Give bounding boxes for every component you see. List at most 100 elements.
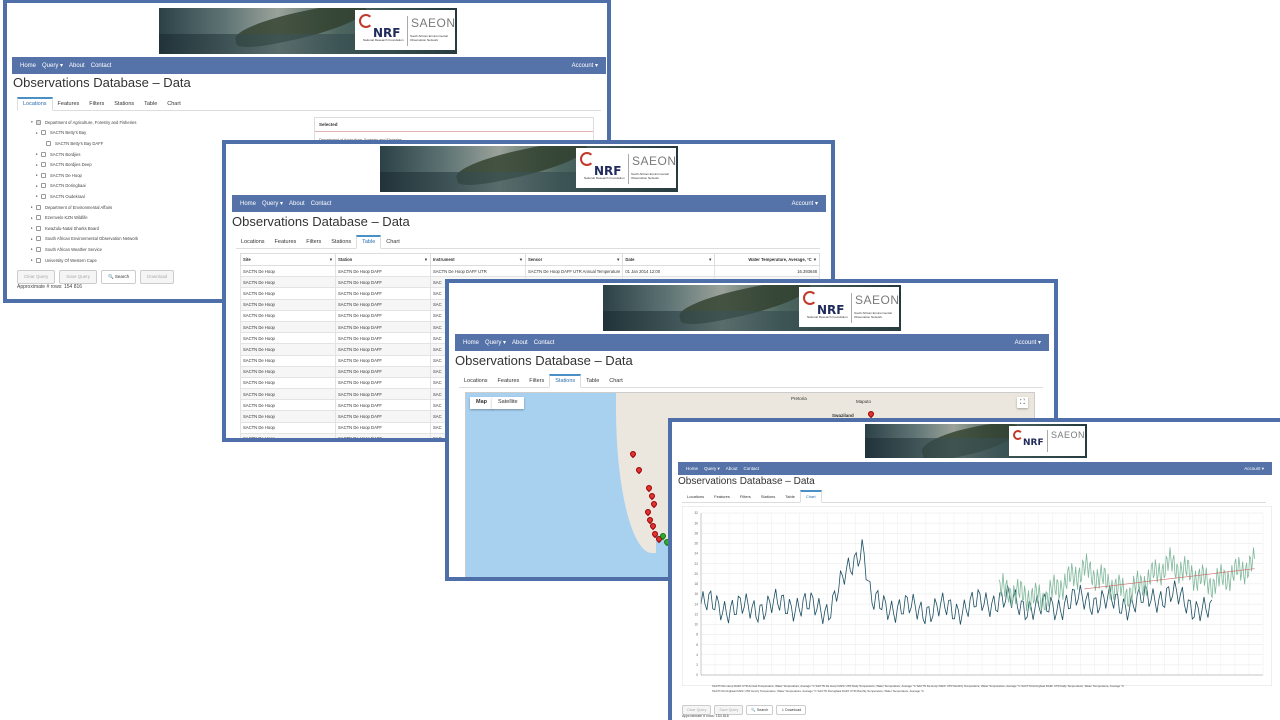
nav-home[interactable]: Home	[20, 63, 36, 69]
nrf-saeon-logo: NRF National Research Foundation SAEON S…	[799, 287, 899, 327]
nav-about[interactable]: About	[726, 466, 738, 471]
tree-checkbox[interactable]	[41, 183, 46, 189]
nav-contact[interactable]: Contact	[744, 466, 760, 471]
nav-home[interactable]: Home	[686, 466, 698, 471]
map-type-satellite-button[interactable]: Satellite	[492, 397, 524, 409]
tab-table[interactable]: Table	[139, 101, 162, 110]
tree-checkbox[interactable]	[46, 140, 51, 146]
download-button[interactable]: ⇩ Download	[776, 705, 807, 715]
tree-checkbox[interactable]	[36, 236, 41, 242]
tab-table[interactable]: Table	[581, 378, 604, 387]
nav-contact[interactable]: Contact	[311, 201, 332, 207]
tree-item[interactable]: ▸ Ezemvelo KZN Wildlife	[25, 212, 138, 223]
save-query-button[interactable]: Save Query	[59, 270, 98, 284]
nav-query[interactable]: Query ▾	[485, 339, 506, 346]
tab-chart[interactable]: Chart	[799, 490, 822, 503]
tab-features[interactable]: Features	[270, 239, 302, 248]
tree-item[interactable]: ▸ KwaZulu-Natal Sharks Board	[25, 223, 138, 234]
location-tree: ▾ Department of Agriculture, Forestry and…	[25, 117, 138, 265]
nav-home[interactable]: Home	[463, 340, 479, 346]
nav-query[interactable]: Query ▾	[42, 62, 63, 69]
nav-about[interactable]: About	[69, 63, 85, 69]
tree-checkbox[interactable]	[41, 193, 46, 199]
tab-chart[interactable]: Chart	[162, 101, 185, 110]
tree-checkbox[interactable]	[36, 215, 41, 221]
tree-checkbox[interactable]	[36, 257, 41, 263]
page-title: Observations Database – Data	[13, 75, 191, 90]
tree-item[interactable]: ▸ South African Weather Service	[25, 244, 138, 255]
tab-filters[interactable]: Filters	[735, 494, 756, 502]
table-row[interactable]: SACTN De Hoop SACTN De Hoop DAFF SACTN De …	[240, 264, 820, 278]
tree-item[interactable]: ▸ SACTN Betty's Bay	[25, 128, 138, 139]
tree-item[interactable]: ▸ SACTN Bordjies	[25, 149, 138, 160]
fullscreen-icon[interactable]: ⛶	[1017, 397, 1028, 408]
nav-query[interactable]: Query ▾	[704, 466, 720, 472]
tab-stations[interactable]: Stations	[549, 374, 582, 388]
y-tick-label: 28	[694, 531, 698, 535]
table-cell: SACTN De Hoop DAFF	[335, 309, 431, 322]
tree-item-label: University Of Western Cape	[45, 257, 97, 263]
tree-checkbox[interactable]	[36, 204, 41, 210]
tree-checkbox[interactable]	[41, 151, 46, 157]
tree-checkbox[interactable]	[41, 162, 46, 168]
tree-item[interactable]: ▾ Department of Agriculture, Forestry and…	[25, 117, 138, 128]
nav-account[interactable]: Account ▾	[572, 62, 598, 69]
tree-checkbox[interactable]	[41, 130, 46, 136]
tab-chart[interactable]: Chart	[604, 378, 627, 387]
tab-table[interactable]: Table	[780, 494, 800, 502]
nav-account[interactable]: Account ▾	[1015, 339, 1041, 346]
col-instrument[interactable]: Instrument ▼	[430, 253, 526, 266]
search-button[interactable]: 🔍 Search	[101, 270, 137, 284]
tab-stations[interactable]: Stations	[326, 239, 356, 248]
tab-features[interactable]: Features	[493, 378, 525, 387]
nav-contact[interactable]: Contact	[534, 340, 555, 346]
clear-query-button[interactable]: Clear Query	[17, 270, 56, 284]
nav-account[interactable]: Account ▾	[792, 200, 818, 207]
nav-home[interactable]: Home	[240, 201, 256, 207]
download-button[interactable]: Download	[140, 270, 175, 284]
col-water-temp[interactable]: Water Temperature, Average, °C ▼	[714, 253, 820, 266]
tree-item[interactable]: ▸ University Of Western Cape	[25, 255, 138, 266]
table-cell: 01 Jan 2014 12:00	[622, 264, 716, 278]
col-site[interactable]: Site ▼	[240, 253, 336, 266]
tab-features[interactable]: Features	[709, 494, 735, 502]
table-header-row: Site ▼ Station ▼ Instrument ▼ Sensor ▼ Date ▼…	[240, 253, 820, 266]
tree-item[interactable]: ▸ SACTN Bordjies Deep	[25, 159, 138, 170]
tab-table[interactable]: Table	[356, 235, 382, 249]
tab-chart[interactable]: Chart	[381, 239, 404, 248]
tab-features[interactable]: Features	[53, 101, 85, 110]
tree-item[interactable]: ▸ SACTN De Hoop	[25, 170, 138, 181]
tab-filters[interactable]: Filters	[84, 101, 109, 110]
tree-item[interactable]: ▸ South African Environmental Observation…	[25, 234, 138, 245]
temperature-chart[interactable]: 02468101214161820222426283032	[683, 507, 1273, 687]
tab-locations[interactable]: Locations	[459, 378, 493, 387]
nav-account[interactable]: Account ▾	[1244, 466, 1264, 472]
tree-checkbox[interactable]	[36, 119, 41, 125]
col-sensor[interactable]: Sensor ▼	[524, 253, 624, 266]
tree-item[interactable]: SACTN Betty's Bay DAFF	[25, 138, 138, 149]
tab-locations[interactable]: Locations	[17, 97, 53, 111]
tree-item[interactable]: ▸ Department of Environmental Affairs	[25, 202, 138, 213]
tree-checkbox[interactable]	[36, 225, 41, 231]
table-cell: SACTN De Hoop	[240, 298, 336, 311]
map-type-map-button[interactable]: Map	[470, 397, 493, 409]
tree-item[interactable]: ▸ SACTN Oudekraal	[25, 191, 138, 202]
nav-about[interactable]: About	[512, 340, 528, 346]
tab-stations[interactable]: Stations	[756, 494, 780, 502]
tab-filters[interactable]: Filters	[524, 378, 549, 387]
tree-checkbox[interactable]	[36, 246, 41, 252]
search-button[interactable]: 🔍 Search	[746, 705, 774, 715]
tab-locations[interactable]: Locations	[682, 494, 709, 502]
col-date[interactable]: Date ▼	[622, 253, 716, 266]
tab-locations[interactable]: Locations	[236, 239, 270, 248]
nav-about[interactable]: About	[289, 201, 305, 207]
col-station[interactable]: Station ▼	[335, 253, 431, 266]
tab-filters[interactable]: Filters	[301, 239, 326, 248]
tree-checkbox[interactable]	[41, 172, 46, 178]
table-cell: SACTN De Hoop	[240, 354, 336, 367]
tree-item[interactable]: ▸ SACTN Doringbaai	[25, 181, 138, 192]
tree-item-label: South African Environmental Observation …	[45, 236, 139, 242]
tab-stations[interactable]: Stations	[109, 101, 139, 110]
nav-contact[interactable]: Contact	[91, 63, 112, 69]
nav-query[interactable]: Query ▾	[262, 200, 283, 207]
